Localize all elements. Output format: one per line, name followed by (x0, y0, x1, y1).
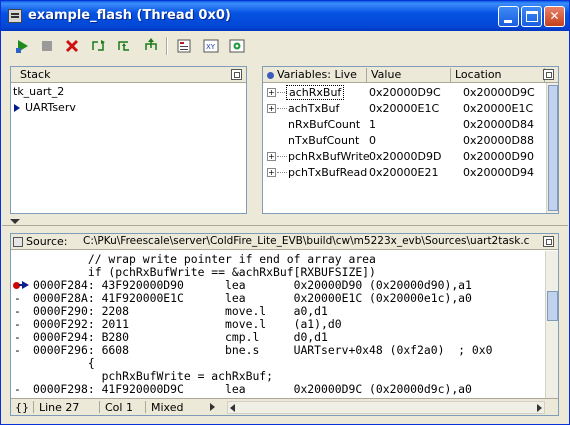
variable-value: 0x20000E1C (369, 102, 440, 115)
variable-value: 0x20000D9D (369, 150, 442, 163)
minimize-button[interactable] (498, 6, 519, 27)
code-text: 0000F296: 6608 bne.s UARTserv+0x48 (0xf2… (33, 343, 493, 357)
column-indicator: Col 1 (105, 401, 133, 414)
variable-value: 0x20000E21 (369, 166, 439, 179)
variable-location: 0x20000D88 (463, 134, 534, 147)
toolbar-separator (166, 37, 168, 55)
expand-icon[interactable]: + (267, 152, 276, 161)
mode-dropdown-icon[interactable] (210, 403, 215, 411)
mode-selector[interactable]: Mixed (151, 401, 183, 414)
stack-header-label: Stack (20, 68, 51, 81)
debugger-window: example_flash (Thread 0x0) ✕ XY Stack tk… (0, 0, 570, 425)
step-over-icon[interactable] (90, 38, 106, 54)
code-line: - 0000F298: 41F920000D9C lea 0x20000D9C … (11, 382, 472, 396)
variables-header-label: Variables: Live (277, 68, 357, 81)
variable-row[interactable]: + achRxBuf 0x20000D9C 0x20000D9C (263, 84, 543, 100)
source-file-icon (13, 237, 23, 247)
title-bar[interactable]: example_flash (Thread 0x0) ✕ (1, 1, 569, 31)
horizontal-scrollbar[interactable] (227, 401, 545, 414)
variable-location: 0x20000E1C (463, 102, 534, 115)
variable-location: 0x20000D84 (463, 118, 534, 131)
pin-icon[interactable] (543, 236, 554, 247)
debug-toolbar: XY (2, 32, 568, 60)
stack-frame[interactable]: UARTserv (25, 101, 76, 114)
variable-row[interactable]: + achTxBuf 0x20000E1C 0x20000E1C (263, 100, 543, 116)
line-indicator: Line 27 (39, 401, 80, 414)
variable-row[interactable]: + pchRxBufWrite 0x20000D9D 0x20000D90 (263, 148, 543, 164)
variable-row[interactable]: + pchTxBufRead 0x20000E21 0x20000D94 (263, 164, 543, 180)
scroll-right-icon[interactable] (537, 404, 542, 412)
program-counter-icon (19, 281, 29, 289)
current-frame-arrow-icon (14, 104, 20, 112)
maximize-button[interactable] (521, 6, 542, 27)
pin-icon[interactable] (231, 69, 242, 80)
location-column-header[interactable]: Location (451, 68, 545, 83)
line-marker: - (14, 382, 21, 396)
step-into-icon[interactable] (116, 38, 132, 54)
close-button[interactable]: ✕ (544, 6, 565, 27)
variable-value: 0 (369, 134, 376, 147)
scroll-thumb[interactable] (548, 85, 558, 211)
status-bar: {} Line 27 Col 1 Mixed (11, 398, 558, 415)
window-title: example_flash (Thread 0x0) (28, 8, 231, 23)
variable-location: 0x20000D9C (463, 86, 535, 99)
variable-row[interactable]: nRxBufCount 1 0x20000D84 (263, 116, 543, 132)
code-text: 0000F298: 41F920000D9C lea 0x20000D9C (0… (33, 382, 472, 396)
app-icon (8, 9, 22, 23)
value-column-header[interactable]: Value (367, 68, 451, 83)
step-out-icon[interactable] (143, 38, 159, 54)
stack-pane: Stack tk_uart_2 UARTserv (10, 66, 247, 214)
stack-header: Stack (11, 67, 246, 83)
variable-location: 0x20000D94 (463, 166, 534, 179)
source-path: C:\PKu\Freescale\server\ColdFire_Lite_EV… (83, 235, 530, 247)
live-icon (267, 72, 274, 79)
variable-value: 0x20000D9C (369, 86, 441, 99)
xy-icon[interactable]: XY (203, 38, 219, 54)
stop-icon[interactable] (39, 38, 55, 54)
pane-splitter[interactable] (2, 225, 568, 226)
run-icon[interactable] (15, 38, 31, 54)
svg-text:XY: XY (206, 43, 216, 51)
settings-icon[interactable] (229, 38, 245, 54)
splitter-collapse-icon[interactable] (10, 219, 20, 224)
variable-value: 1 (369, 118, 376, 131)
kill-icon[interactable] (64, 38, 80, 54)
source-pane: Source: C:\PKu\Freescale\server\ColdFire… (10, 233, 559, 416)
variables-column-header[interactable]: Variables: Live (263, 68, 367, 83)
function-popup-button[interactable]: {} (15, 401, 29, 414)
line-marker: - (14, 343, 21, 357)
variable-name: pchRxBufWrite (288, 150, 370, 163)
variable-name: pchTxBufRead (288, 166, 368, 179)
pin-icon[interactable] (543, 69, 554, 80)
source-scrollbar[interactable] (545, 251, 558, 399)
source-header: Source: C:\PKu\Freescale\server\ColdFire… (11, 234, 558, 250)
scroll-thumb[interactable] (547, 291, 558, 321)
stack-frame[interactable]: tk_uart_2 (13, 85, 64, 98)
source-code[interactable]: // wrap write pointer if end of array ar… (11, 251, 546, 399)
registers-icon[interactable] (176, 38, 192, 54)
variable-name: achRxBuf (286, 85, 345, 100)
variable-row[interactable]: nTxBufCount 0 0x20000D88 (263, 132, 543, 148)
variable-name: achTxBuf (288, 102, 340, 115)
variables-header: Variables: Live Value Location (263, 67, 558, 83)
variable-name: nTxBufCount (288, 134, 360, 147)
variables-scrollbar[interactable] (546, 83, 558, 213)
expand-icon[interactable]: + (267, 168, 276, 177)
scroll-left-icon[interactable] (230, 404, 235, 412)
variable-name: nRxBufCount (288, 118, 361, 131)
source-label: Source: (26, 235, 68, 248)
variable-location: 0x20000D90 (463, 150, 534, 163)
variables-pane: Variables: Live Value Location + achRxBu… (262, 66, 559, 214)
expand-icon[interactable]: + (267, 104, 276, 113)
expand-icon[interactable]: + (267, 88, 276, 97)
